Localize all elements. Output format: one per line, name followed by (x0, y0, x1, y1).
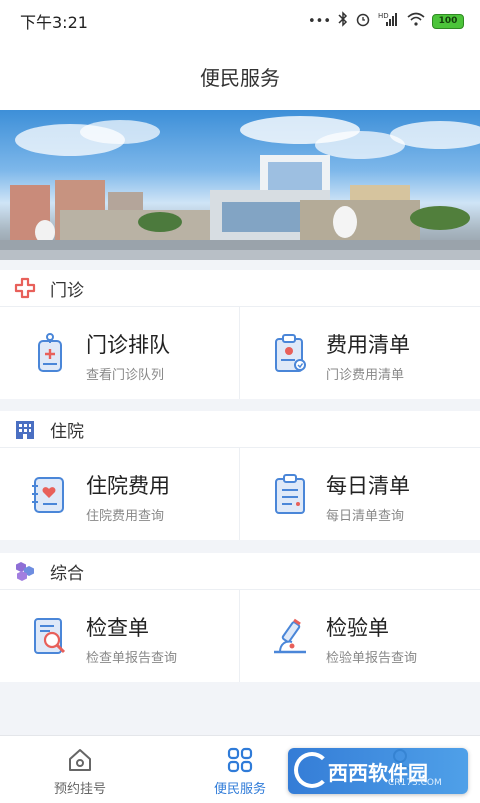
hexagon-cluster-icon (14, 560, 36, 582)
section-title: 综合 (50, 563, 84, 584)
microscope-icon (270, 614, 310, 658)
daily-list-icon (270, 472, 310, 516)
inpatient-fee-icon (30, 472, 70, 516)
wifi-icon (407, 12, 425, 30)
status-icons: ••• HD 100 (308, 11, 464, 31)
tile-exam-report[interactable]: 检查单 检查单报告查询 (0, 590, 240, 682)
more-dots-icon: ••• (307, 13, 331, 29)
page-title: 便民服务 (200, 65, 280, 90)
tile-subtitle: 每日清单查询 (326, 509, 405, 524)
watermark-c-icon (294, 752, 330, 788)
status-bar: 下午3:21 ••• HD 100 (0, 0, 480, 42)
hospital-building-icon (14, 418, 36, 440)
general-row: 检查单 检查单报告查询 检验单 检验单报告查询 (0, 590, 480, 682)
tile-subtitle: 检验单报告查询 (326, 651, 418, 666)
tile-outpatient-queue[interactable]: 门诊排队 查看门诊队列 (0, 307, 240, 399)
battery-icon: 100 (432, 13, 464, 29)
tile-subtitle: 查看门诊队列 (86, 368, 165, 383)
tile-daily-list[interactable]: 每日清单 每日清单查询 (240, 448, 480, 540)
status-time: 下午3:21 (20, 13, 88, 32)
signal-icon: HD (378, 11, 400, 31)
grid-service-icon (226, 746, 254, 774)
hospital-photo (0, 116, 480, 260)
section-title: 门诊 (50, 280, 84, 301)
bluetooth-icon (338, 11, 348, 31)
tile-subtitle: 检查单报告查询 (86, 651, 178, 666)
network-type-label: HD (378, 12, 389, 20)
fee-list-icon (270, 331, 310, 375)
outpatient-row: 门诊排队 查看门诊队列 费用清单 门诊费用清单 (0, 307, 480, 399)
section-title: 住院 (50, 421, 84, 442)
tab-label: 预约挂号 (53, 782, 106, 797)
queue-tag-icon (30, 331, 70, 375)
tile-title: 费用清单 (326, 333, 410, 357)
tile-title: 住院费用 (86, 474, 170, 498)
section-header-outpatient: 门诊 (0, 270, 480, 307)
hospital-banner (0, 110, 480, 260)
section-header-inpatient: 住院 (0, 411, 480, 448)
alarm-icon (355, 11, 371, 31)
tile-inpatient-fee[interactable]: 住院费用 住院费用查询 (0, 448, 240, 540)
tile-title: 检查单 (86, 616, 149, 640)
tile-subtitle: 门诊费用清单 (326, 368, 405, 383)
section-header-general: 综合 (0, 553, 480, 590)
outpatient-cross-icon (14, 277, 36, 299)
inpatient-row: 住院费用 住院费用查询 每日清单 每日清单查询 (0, 448, 480, 540)
watermark-sub: CR173.COM (388, 778, 442, 788)
tile-title: 每日清单 (326, 474, 410, 498)
tile-subtitle: 住院费用查询 (86, 509, 165, 524)
tile-title: 检验单 (326, 616, 389, 640)
tab-appointment[interactable]: 预约挂号 (0, 736, 160, 803)
home-icon (66, 746, 94, 774)
exam-report-icon (30, 614, 70, 658)
tile-lab-report[interactable]: 检验单 检验单报告查询 (240, 590, 480, 682)
tile-fee-list[interactable]: 费用清单 门诊费用清单 (240, 307, 480, 399)
watermark-logo: 西西软件园 CR173.COM (288, 748, 468, 794)
page-header: 便民服务 (0, 42, 480, 110)
tile-title: 门诊排队 (86, 333, 170, 357)
